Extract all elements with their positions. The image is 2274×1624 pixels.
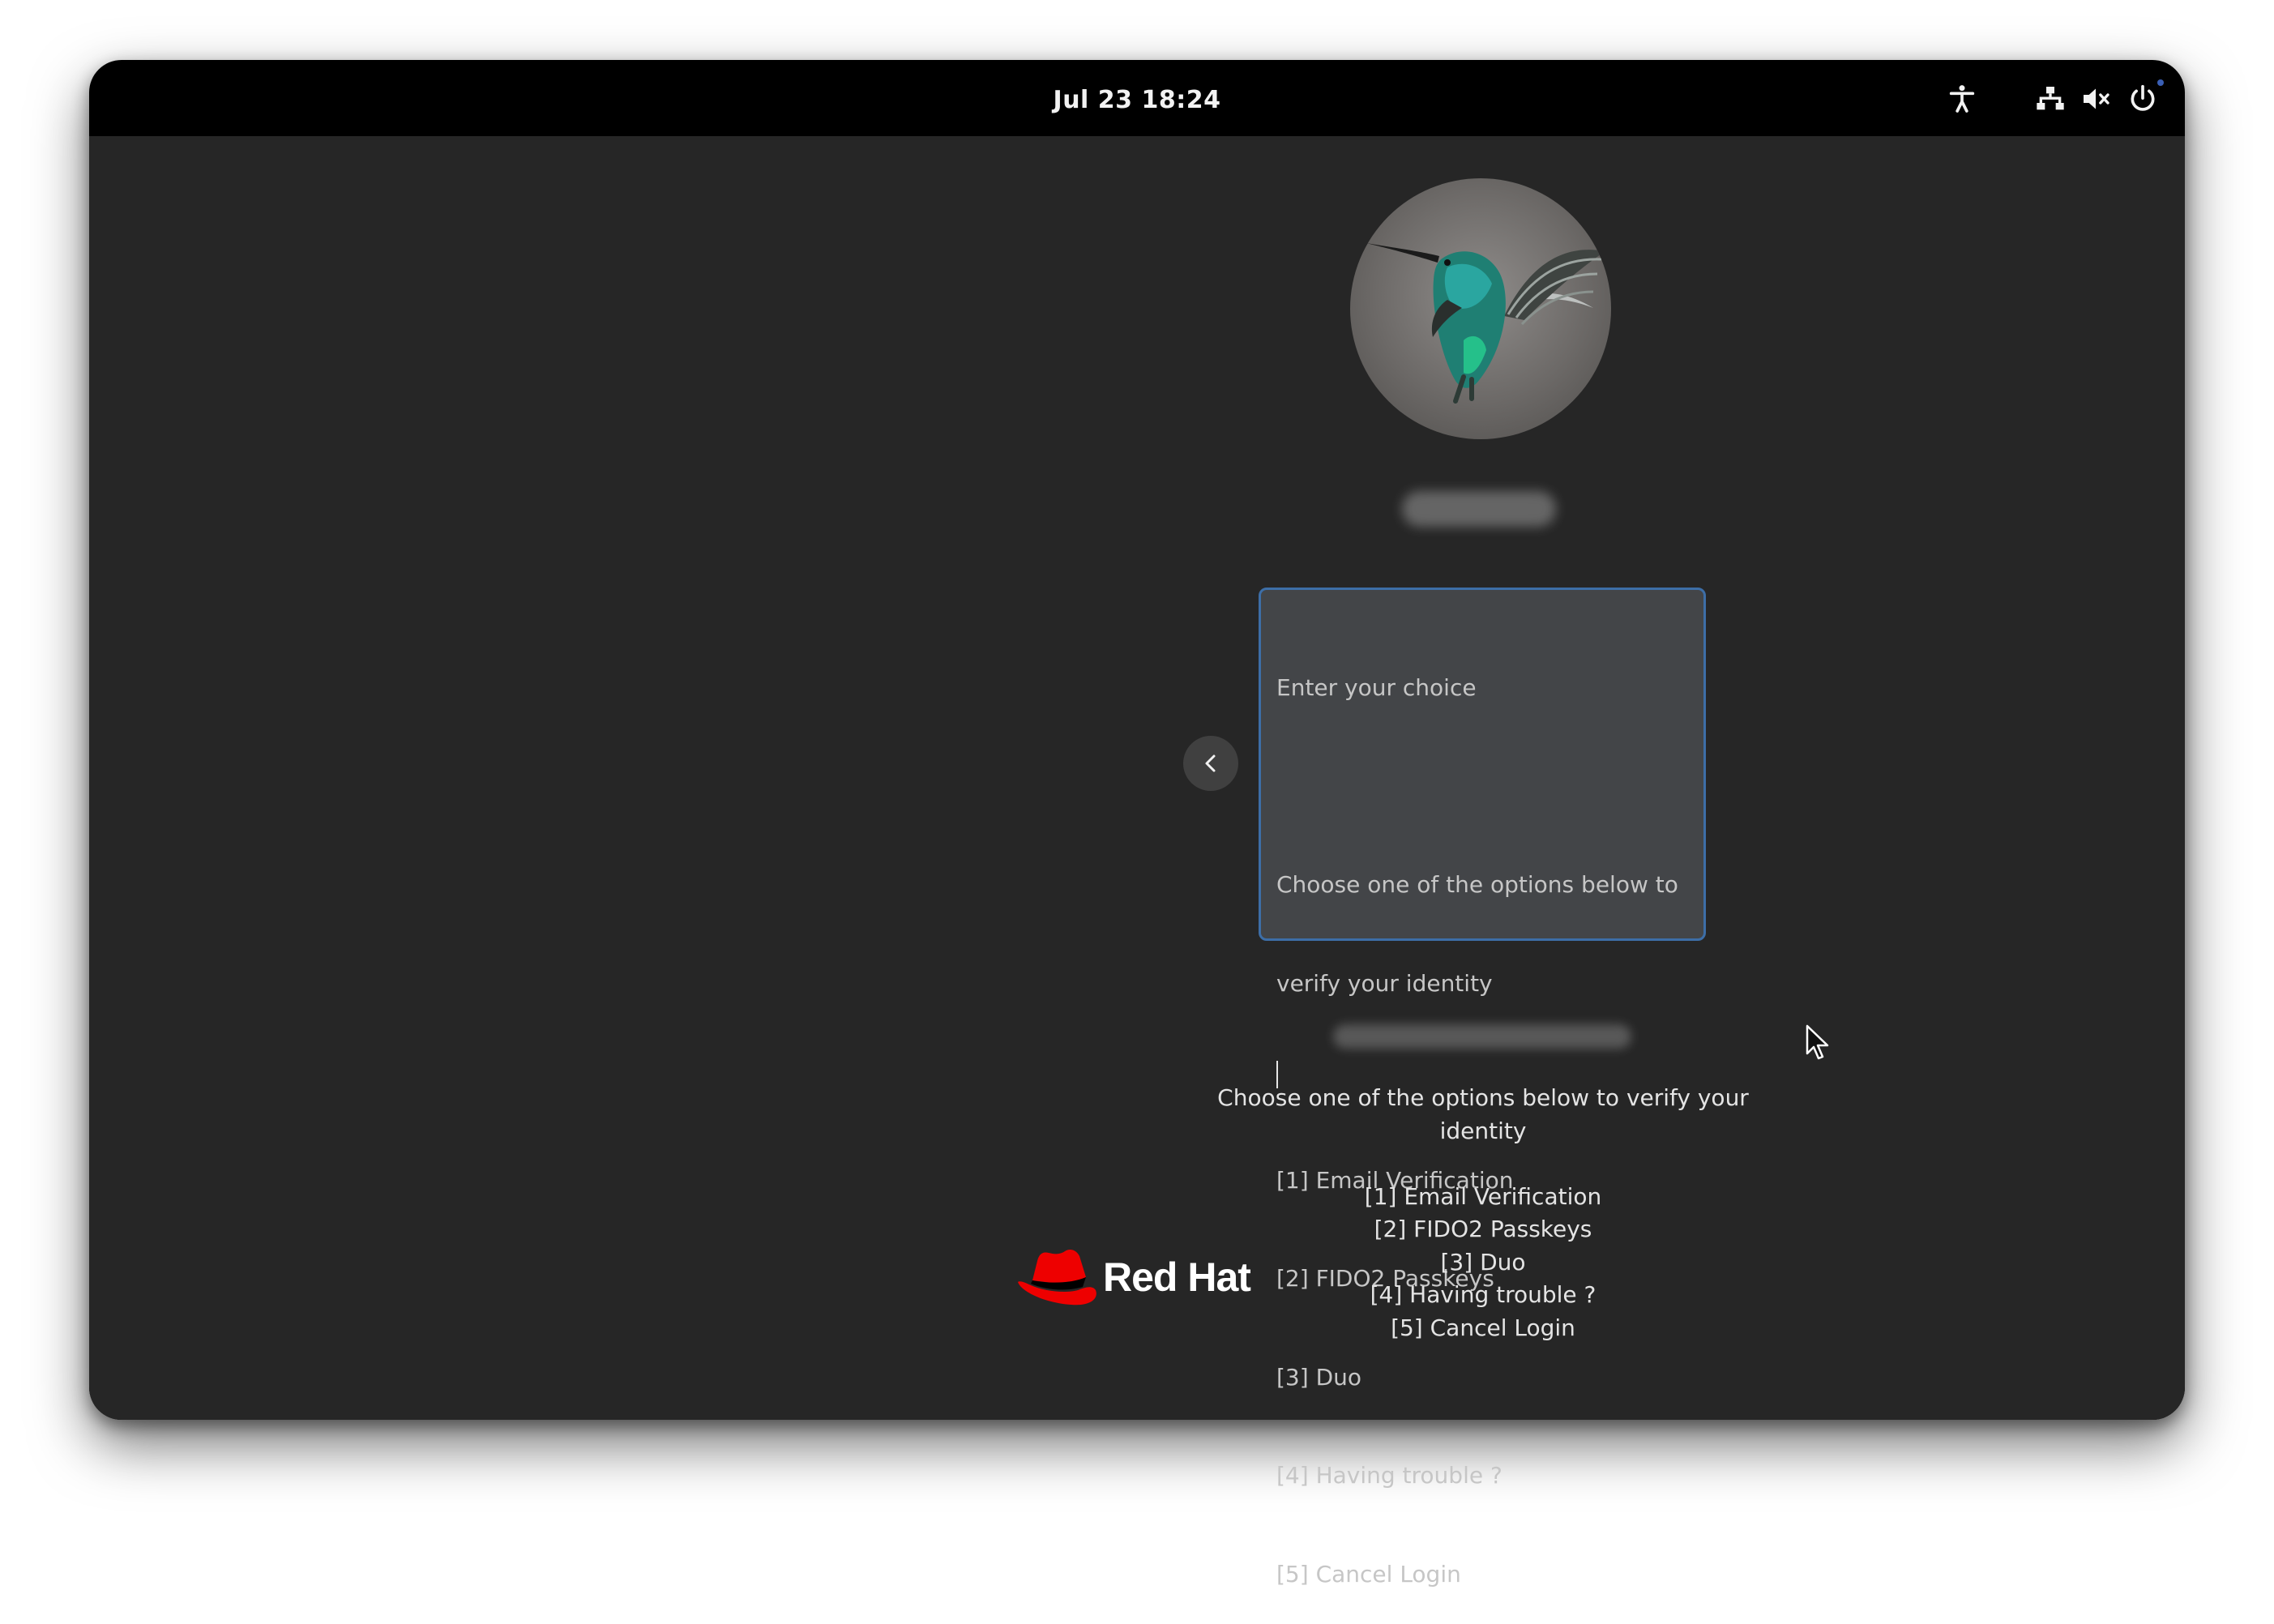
login-screen <box>89 136 2185 1420</box>
prompt-option-cancel: [5] Cancel Login <box>1276 1560 1461 1588</box>
message-line: Choose one of the options below to verif… <box>1217 1084 1749 1111</box>
message-option-trouble: [4] Having trouble ? <box>1370 1281 1597 1308</box>
back-button[interactable] <box>1183 736 1238 791</box>
prompt-line <box>1276 771 1688 804</box>
message-line: identity <box>1439 1117 1527 1144</box>
chevron-left-icon <box>1205 754 1216 772</box>
message-option-cancel: [5] Cancel Login <box>1391 1314 1575 1341</box>
prompt-option-trouble: [4] Having trouble ? <box>1276 1462 1502 1489</box>
message-option-email: [1] Email Verification <box>1364 1182 1602 1210</box>
message-option-duo: [3] Duo <box>1440 1248 1526 1276</box>
prompt-line: Enter your choice <box>1276 674 1477 701</box>
red-hat-wordmark: Red Hat <box>1103 1254 1251 1300</box>
auth-message: Choose one of the options below to verif… <box>1199 1082 1767 1344</box>
device-frame <box>89 60 2185 1420</box>
red-hat-logo: Red Hat <box>1013 1245 1272 1311</box>
mouse-pointer-icon <box>1806 1024 1832 1062</box>
network-icon[interactable] <box>2034 83 2067 115</box>
hint-text-redacted <box>1333 1024 1631 1049</box>
auth-choice-input[interactable]: Enter your choice Choose one of the opti… <box>1259 588 1706 1588</box>
message-line <box>1199 1147 1767 1181</box>
username-label-redacted <box>1402 491 1556 527</box>
prompt-option-duo: [3] Duo <box>1276 1363 1361 1391</box>
prompt-line: Choose one of the options below to <box>1276 871 1678 898</box>
volume-muted-icon[interactable] <box>2080 83 2112 115</box>
message-option-fido2: [2] FIDO2 Passkeys <box>1374 1216 1592 1242</box>
accessibility-icon[interactable] <box>1946 83 1978 115</box>
prompt-line: verify your identity <box>1276 969 1493 997</box>
user-avatar <box>1350 178 1611 439</box>
power-icon[interactable] <box>2127 83 2159 115</box>
clock[interactable]: Jul 23 18:24 <box>975 86 1299 114</box>
